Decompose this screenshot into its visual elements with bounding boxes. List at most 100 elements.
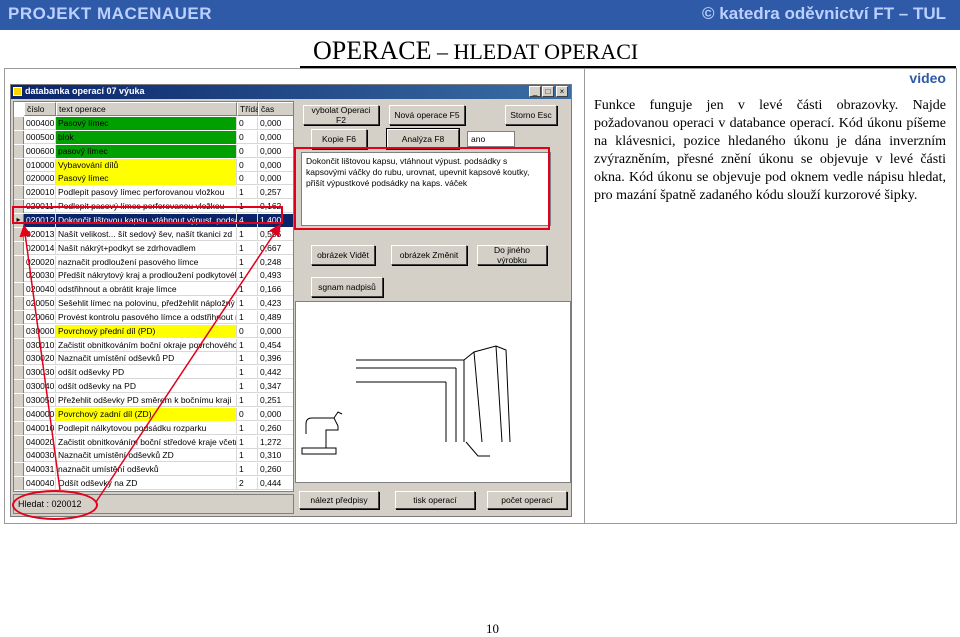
minimize-button[interactable]: _: [529, 86, 541, 97]
table-row[interactable]: 020014 Našít nákrýt+podkyt se zdrhovadlem…: [14, 241, 293, 255]
column-header-time[interactable]: čas: [258, 102, 293, 116]
cell-code: 040010: [26, 421, 56, 435]
row-indicator: [14, 394, 24, 407]
other-product-button[interactable]: Do jiného výrobku: [477, 245, 547, 265]
cell-time: 0,423: [258, 297, 293, 310]
cell-text: Provést kontrolu pasového límce a odstři…: [58, 310, 237, 324]
table-row[interactable]: 040040 Odšít odševky na ZD 2 0,444: [14, 477, 293, 491]
cell-time: 1,272: [258, 436, 293, 449]
row-indicator: [14, 380, 24, 394]
table-row[interactable]: 020000 Pasový límec 0 0,000: [14, 172, 293, 186]
table-row[interactable]: 020020 naznačit prodloužení pasového límc…: [14, 255, 293, 269]
table-row[interactable]: 020060 Provést kontrolu pasového límce a …: [14, 310, 293, 324]
cell-time: 0,000: [258, 145, 293, 158]
cancel-button[interactable]: Storno Esc: [505, 105, 557, 125]
cell-time: 0,442: [258, 366, 293, 379]
table-row[interactable]: 020013 Našít velikost... šít sedový šev, …: [14, 227, 293, 241]
cell-time: 0,444: [258, 477, 293, 490]
cell-class: 1: [237, 255, 258, 269]
table-row[interactable]: 040020 Začistit obnitkováním boční středo…: [14, 435, 293, 449]
table-row[interactable]: 020050 Sešehlit límec na polovinu, předže…: [14, 297, 293, 311]
cell-class: 1: [237, 463, 258, 477]
cell-text: Podlepit nálkytovou podsádku rozparku: [56, 421, 237, 435]
table-row[interactable]: 030030 odšít odševky PD 1 0,442: [14, 366, 293, 380]
analysis-field[interactable]: ano: [467, 131, 515, 147]
table-row[interactable]: 040031 naznačit umístění odševků 1 0,260: [14, 463, 293, 477]
operations-table[interactable]: číslo text operace Třída čas 000400 Pasov…: [13, 101, 294, 492]
row-indicator: [14, 117, 24, 130]
cell-code: 030050: [26, 394, 56, 407]
cell-code: 020040: [26, 283, 56, 297]
cell-class: 1: [237, 283, 258, 297]
cell-class: 1: [237, 310, 258, 324]
column-header-text[interactable]: text operace: [56, 102, 237, 116]
select-operation-button[interactable]: vybolat Operaci F2: [303, 105, 379, 125]
row-indicator: [14, 366, 24, 380]
cell-class: 0: [237, 158, 258, 172]
table-row[interactable]: 000500 blok 0 0,000: [14, 130, 293, 144]
cell-text: Naznačit umístění odševků PD: [56, 352, 237, 366]
new-operation-button[interactable]: Nová operace F5: [389, 105, 465, 125]
show-image-button[interactable]: obrázek Vidět: [311, 245, 375, 265]
cell-text: Povrchový přední díl (PD): [56, 324, 237, 338]
print-operations-button[interactable]: tisk operací: [395, 491, 475, 509]
table-row[interactable]: 040000 Povrchový zadní díl (ZD) 0 0,000: [14, 407, 293, 421]
table-row[interactable]: 000400 Pasový límec 0 0,000: [14, 117, 293, 130]
row-indicator: [14, 435, 24, 449]
table-row[interactable]: 020040 odstřihnout a obrátit kraje límce 1…: [14, 283, 293, 297]
table-row[interactable]: 030010 Začistit obnitkováním boční okraje…: [14, 338, 293, 352]
cell-class: 0: [237, 172, 258, 186]
row-indicator: [14, 310, 24, 324]
cell-text: Naznačit umístění odševků ZD: [56, 449, 237, 463]
close-button[interactable]: ×: [556, 86, 568, 97]
column-header-class[interactable]: Třída: [237, 102, 260, 116]
table-row[interactable]: 010000 Vybavování dílů 0 0,000: [14, 158, 293, 172]
row-indicator: [14, 241, 24, 255]
maximize-button[interactable]: □: [542, 86, 554, 97]
cell-text: Odšít odševky na ZD: [56, 477, 237, 491]
table-row[interactable]: 030050 Přežehlit odševky PD směrem k bočn…: [14, 394, 293, 407]
row-indicator: [14, 172, 24, 186]
page-title: OPERACE – HLEDAT OPERACI: [313, 36, 638, 66]
cell-code: 020010: [26, 186, 56, 200]
window-titlebar[interactable]: databanka operací 07 výuka _ □ ×: [11, 85, 571, 99]
cell-class: 1: [237, 380, 258, 394]
table-row[interactable]: 030020 Naznačit umístění odševků PD 1 0,396: [14, 352, 293, 366]
cell-time: 0,260: [258, 422, 293, 435]
cell-code: 000500: [26, 130, 56, 144]
page-number: 10: [486, 621, 499, 636]
video-link[interactable]: video: [909, 70, 946, 86]
cell-code: 030040: [26, 380, 56, 394]
table-row[interactable]: 020030 Předšít nákrytový kraj a prodlouže…: [14, 269, 293, 283]
count-operations-button[interactable]: počet operací: [487, 491, 567, 509]
table-row[interactable]: 030000 Povrchový přední díl (PD) 0 0,000: [14, 324, 293, 338]
table-row[interactable]: 040010 Podlepit nálkytovou podsádku rozpa…: [14, 421, 293, 435]
cell-class: 1: [237, 297, 258, 311]
cell-code: 030010: [26, 338, 56, 352]
cell-text: Povrchový zadní díl (ZD): [56, 407, 237, 421]
find-prescription-button[interactable]: nálezt předpisy: [299, 491, 379, 509]
table-row[interactable]: 000600 pasový límec 0 0,000: [14, 144, 293, 158]
table-row[interactable]: 040030 Naznačit umístění odševků ZD 1 0,310: [14, 449, 293, 463]
cell-class: 0: [237, 324, 258, 338]
cell-code: 020060: [26, 310, 56, 324]
cell-class: 1: [237, 394, 258, 407]
cell-class: 1: [237, 352, 258, 366]
change-image-button[interactable]: obrázek Změnit: [391, 245, 467, 265]
cell-text: odšít odševky PD: [56, 366, 237, 380]
write-headings-button[interactable]: sgnam nadpisů: [311, 277, 383, 297]
row-indicator: [14, 421, 24, 435]
cell-class: 1: [237, 227, 258, 241]
garment-drawing: [295, 301, 571, 483]
table-row[interactable]: 020010 Podlepit pasový límec perforovanou…: [14, 186, 293, 200]
cell-time: 0,000: [258, 408, 293, 421]
analysis-button[interactable]: Analýza F8: [386, 128, 460, 150]
cell-class: 0: [237, 407, 258, 421]
cell-code: 030020: [26, 352, 56, 366]
table-row[interactable]: 030040 odšít odševky na PD 1 0,347: [14, 380, 293, 394]
column-header-number[interactable]: číslo: [24, 102, 56, 116]
copy-button[interactable]: Kopie F6: [311, 129, 367, 149]
cell-text: Našít velikost... šít sedový šev, našít …: [56, 227, 237, 241]
cell-time: 0,347: [258, 380, 293, 393]
cell-text: Pasový límec: [56, 117, 237, 130]
